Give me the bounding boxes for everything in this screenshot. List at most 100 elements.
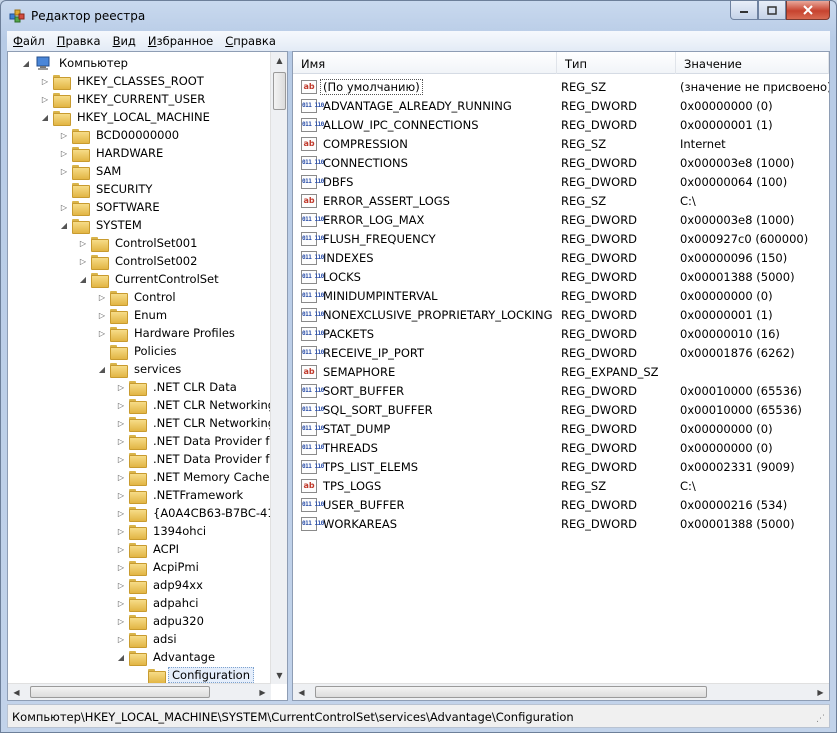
tree-node[interactable]: ◢ services bbox=[96, 360, 185, 378]
collapsed-arrow-icon[interactable]: ▷ bbox=[58, 165, 70, 177]
value-row[interactable]: 011 110 DBFS REG_DWORD 0x00000064 (100) bbox=[293, 172, 829, 191]
tree-node[interactable]: Configuration bbox=[134, 666, 254, 684]
scroll-up-arrow-icon[interactable]: ▲ bbox=[271, 52, 288, 69]
collapsed-arrow-icon[interactable]: ▷ bbox=[39, 93, 51, 105]
collapsed-arrow-icon[interactable]: ▷ bbox=[96, 291, 108, 303]
expanded-arrow-icon[interactable]: ◢ bbox=[77, 273, 89, 285]
value-row[interactable]: 011 110 INDEXES REG_DWORD 0x00000096 (150) bbox=[293, 248, 829, 267]
tree-hscroll-thumb[interactable] bbox=[30, 686, 210, 698]
tree-node[interactable]: ◢ Компьютер bbox=[20, 54, 132, 72]
tree-node[interactable]: SECURITY bbox=[58, 180, 156, 198]
tree-node[interactable]: ▷ {A0A4CB63-B7BC-41BE bbox=[115, 504, 271, 522]
value-row[interactable]: 011 110 USER_BUFFER REG_DWORD 0x00000216 (5… bbox=[293, 495, 829, 514]
tree-node[interactable]: ▷ Control bbox=[96, 288, 180, 306]
collapsed-arrow-icon[interactable]: ▷ bbox=[77, 255, 89, 267]
value-row[interactable]: ab TPS_LOGS REG_SZ C:\ bbox=[293, 476, 829, 495]
tree-node[interactable]: ▷ .NET Data Provider for ( bbox=[115, 432, 271, 450]
tree-node[interactable]: ▷ .NET CLR Data bbox=[115, 378, 241, 396]
expanded-arrow-icon[interactable]: ◢ bbox=[39, 111, 51, 123]
collapsed-arrow-icon[interactable]: ▷ bbox=[115, 561, 127, 573]
scroll-left-arrow-icon[interactable]: ◀ bbox=[293, 684, 310, 701]
value-row[interactable]: 011 110 RECEIVE_IP_PORT REG_DWORD 0x0000187… bbox=[293, 343, 829, 362]
tree-node[interactable]: ▷ .NET Memory Cache 4. bbox=[115, 468, 271, 486]
tree-vscroll-thumb[interactable] bbox=[273, 72, 286, 110]
values-list[interactable]: ab (По умолчанию) REG_SZ (значение не присв… bbox=[293, 76, 829, 684]
tree-node[interactable]: ▷ Hardware Profiles bbox=[96, 324, 239, 342]
column-header-name[interactable]: Имя bbox=[293, 52, 557, 74]
value-row[interactable]: 011 110 FLUSH_FREQUENCY REG_DWORD 0x000927c… bbox=[293, 229, 829, 248]
menu-item-1[interactable]: Правка bbox=[51, 34, 107, 48]
value-row[interactable]: ab (По умолчанию) REG_SZ (значение не присв… bbox=[293, 77, 829, 96]
values-hscroll-thumb[interactable] bbox=[315, 686, 707, 698]
tree-node[interactable]: ▷ HARDWARE bbox=[58, 144, 167, 162]
menu-item-4[interactable]: Справка bbox=[219, 34, 282, 48]
collapsed-arrow-icon[interactable]: ▷ bbox=[115, 471, 127, 483]
collapsed-arrow-icon[interactable]: ▷ bbox=[58, 147, 70, 159]
tree-node[interactable]: ▷ .NETFramework bbox=[115, 486, 247, 504]
tree-node[interactable]: ▷ adpahci bbox=[115, 594, 203, 612]
tree-node[interactable]: ▷ SAM bbox=[58, 162, 125, 180]
values-horizontal-scrollbar[interactable]: ◀ ▶ bbox=[293, 683, 829, 700]
tree-node[interactable]: ▷ adpu320 bbox=[115, 612, 208, 630]
tree-node[interactable]: Policies bbox=[96, 342, 181, 360]
collapsed-arrow-icon[interactable]: ▷ bbox=[115, 399, 127, 411]
collapsed-arrow-icon[interactable]: ▷ bbox=[115, 525, 127, 537]
menu-item-2[interactable]: Вид bbox=[107, 34, 142, 48]
tree-node[interactable]: ▷ adp94xx bbox=[115, 576, 207, 594]
values-pane[interactable]: Имя Тип Значение ab (По умолчанию) REG_SZ(… bbox=[292, 51, 830, 701]
menu-item-3[interactable]: Избранное bbox=[142, 34, 219, 48]
value-row[interactable]: 011 110 WORKAREAS REG_DWORD 0x00001388 (500… bbox=[293, 514, 829, 533]
tree-node[interactable]: ▷ .NET CLR Networking 4 bbox=[115, 414, 271, 432]
value-row[interactable]: 011 110 ALLOW_IPC_CONNECTIONS REG_DWORD 0x0… bbox=[293, 115, 829, 134]
value-row[interactable]: 011 110 THREADS REG_DWORD 0x00000000 (0) bbox=[293, 438, 829, 457]
value-row[interactable]: 011 110 TPS_LIST_ELEMS REG_DWORD 0x00002331… bbox=[293, 457, 829, 476]
value-row[interactable]: ab COMPRESSION REG_SZ Internet bbox=[293, 134, 829, 153]
tree-node[interactable]: ▷ Enum bbox=[96, 306, 171, 324]
collapsed-arrow-icon[interactable]: ▷ bbox=[77, 237, 89, 249]
collapsed-arrow-icon[interactable]: ▷ bbox=[115, 453, 127, 465]
tree-node[interactable]: ▷ HKEY_CLASSES_ROOT bbox=[39, 72, 208, 90]
column-header-type[interactable]: Тип bbox=[557, 52, 676, 74]
value-row[interactable]: 011 110 CONNECTIONS REG_DWORD 0x000003e8 (1… bbox=[293, 153, 829, 172]
tree-node[interactable]: ▷ SOFTWARE bbox=[58, 198, 164, 216]
value-row[interactable]: 011 110 MINIDUMPINTERVAL REG_DWORD 0x000000… bbox=[293, 286, 829, 305]
tree-node[interactable]: ◢ CurrentControlSet bbox=[77, 270, 223, 288]
collapsed-arrow-icon[interactable]: ▷ bbox=[115, 381, 127, 393]
tree-node[interactable]: ▷ ControlSet001 bbox=[77, 234, 201, 252]
value-row[interactable]: 011 110 PACKETS REG_DWORD 0x00000010 (16) bbox=[293, 324, 829, 343]
collapsed-arrow-icon[interactable]: ▷ bbox=[115, 579, 127, 591]
collapsed-arrow-icon[interactable]: ▷ bbox=[58, 201, 70, 213]
tree-node[interactable]: ▷ adsi bbox=[115, 630, 181, 648]
value-row[interactable]: 011 110 STAT_DUMP REG_DWORD 0x00000000 (0) bbox=[293, 419, 829, 438]
tree-node[interactable]: ◢ HKEY_LOCAL_MACHINE bbox=[39, 108, 214, 126]
value-row[interactable]: 011 110 NONEXCLUSIVE_PROPRIETARY_LOCKING R… bbox=[293, 305, 829, 324]
scroll-right-arrow-icon[interactable]: ▶ bbox=[254, 684, 271, 701]
expanded-arrow-icon[interactable]: ◢ bbox=[20, 57, 32, 69]
expanded-arrow-icon[interactable]: ◢ bbox=[115, 651, 127, 663]
tree-node[interactable]: ▷ BCD00000000 bbox=[58, 126, 183, 144]
tree-node[interactable]: ▷ ControlSet002 bbox=[77, 252, 201, 270]
collapsed-arrow-icon[interactable]: ▷ bbox=[115, 435, 127, 447]
tree-vertical-scrollbar[interactable]: ▲ ▼ bbox=[270, 52, 287, 684]
close-button[interactable] bbox=[786, 1, 830, 20]
tree-pane[interactable]: ◢ Компьютер ▷ HKEY_CLASSES_ROOT ▷ HKEY_CURREN… bbox=[7, 51, 288, 701]
collapsed-arrow-icon[interactable]: ▷ bbox=[115, 597, 127, 609]
tree-node[interactable]: ◢ SYSTEM bbox=[58, 216, 146, 234]
collapsed-arrow-icon[interactable]: ▷ bbox=[115, 633, 127, 645]
resize-grip-icon[interactable]: ⋰ bbox=[816, 714, 828, 726]
minimize-button[interactable] bbox=[730, 1, 758, 20]
value-row[interactable]: 011 110 ERROR_LOG_MAX REG_DWORD 0x000003e8 … bbox=[293, 210, 829, 229]
scroll-down-arrow-icon[interactable]: ▼ bbox=[271, 667, 288, 684]
maximize-button[interactable] bbox=[758, 1, 786, 20]
collapsed-arrow-icon[interactable]: ▷ bbox=[115, 543, 127, 555]
collapsed-arrow-icon[interactable]: ▷ bbox=[39, 75, 51, 87]
tree-node[interactable]: ▷ HKEY_CURRENT_USER bbox=[39, 90, 209, 108]
expanded-arrow-icon[interactable]: ◢ bbox=[96, 363, 108, 375]
registry-tree[interactable]: ◢ Компьютер ▷ HKEY_CLASSES_ROOT ▷ HKEY_CURREN… bbox=[8, 52, 271, 684]
tree-node[interactable]: ▷ ACPI bbox=[115, 540, 183, 558]
scroll-left-arrow-icon[interactable]: ◀ bbox=[8, 684, 25, 701]
tree-node[interactable]: ▷ .NET CLR Networking bbox=[115, 396, 271, 414]
tree-node[interactable]: ▷ 1394ohci bbox=[115, 522, 210, 540]
column-header-value[interactable]: Значение bbox=[676, 52, 829, 74]
value-row[interactable]: ab SEMAPHORE REG_EXPAND_SZ bbox=[293, 362, 829, 381]
